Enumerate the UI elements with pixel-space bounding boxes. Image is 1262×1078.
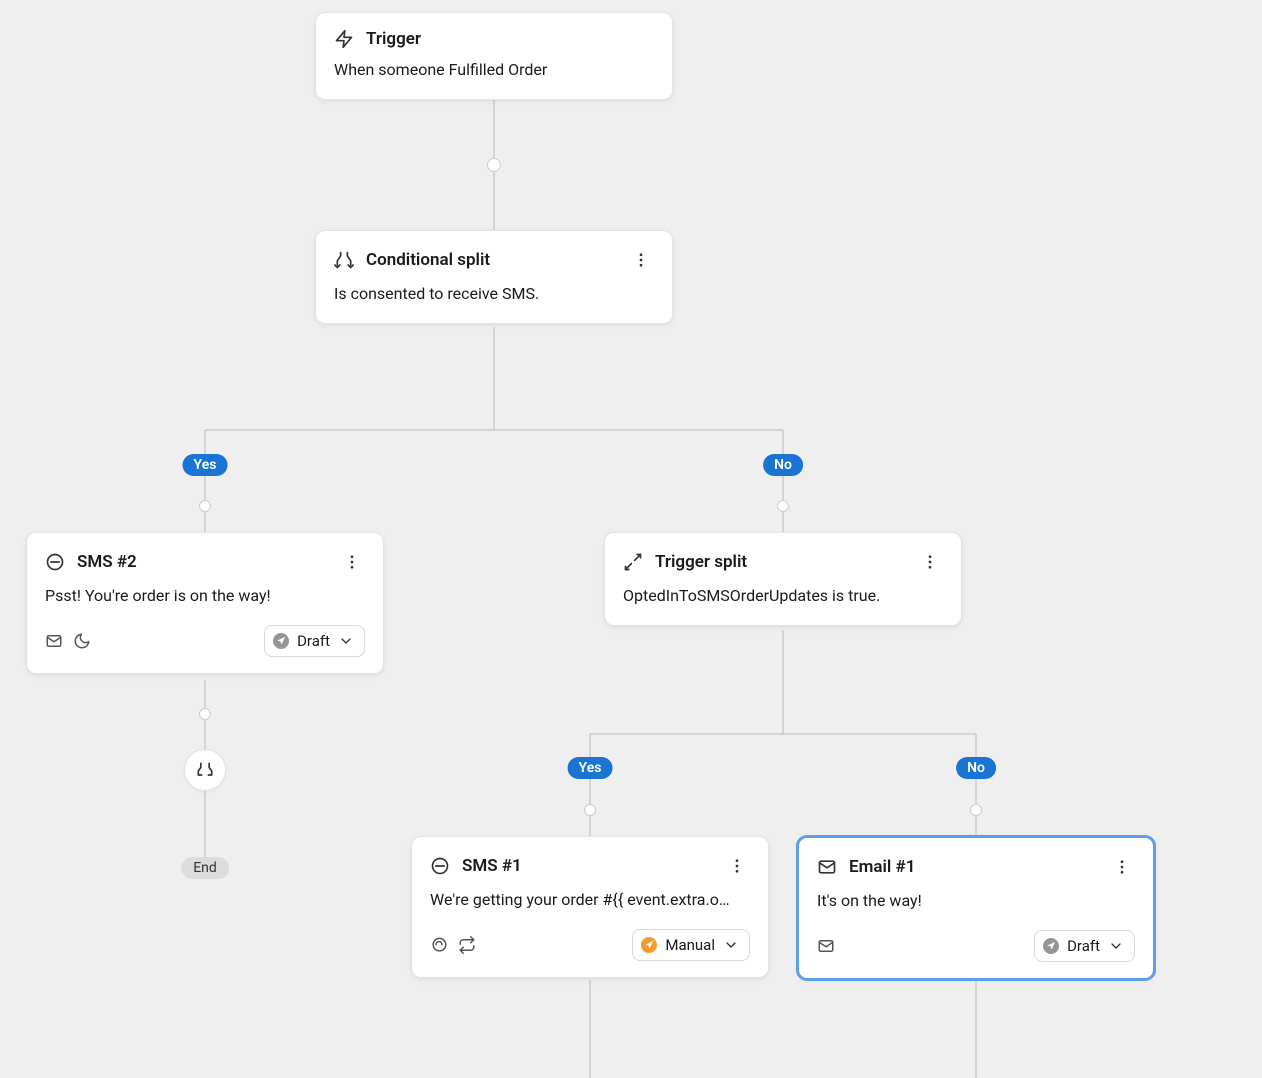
quiet-hours-icon	[73, 632, 91, 650]
branch-label-yes: Yes	[183, 454, 228, 476]
smart-send-icon	[817, 937, 835, 955]
conditional-split-icon	[334, 250, 354, 270]
connector-dot	[199, 500, 211, 512]
email1-title: Email #1	[849, 857, 915, 877]
connector-dot	[584, 804, 596, 816]
attachment-icon	[430, 936, 448, 954]
sms1-node[interactable]: SMS #1 We're getting your order #{{ even…	[411, 836, 769, 978]
sms-icon	[430, 856, 450, 876]
more-menu-button[interactable]	[1109, 854, 1135, 880]
more-menu-button[interactable]	[339, 549, 365, 575]
email1-node[interactable]: Email #1 It's on the way! Draft	[797, 836, 1155, 980]
repeat-icon	[458, 936, 476, 954]
connector-dot	[777, 500, 789, 512]
trigger-split-title: Trigger split	[655, 552, 747, 572]
add-branch-button[interactable]	[184, 749, 226, 791]
sms1-title: SMS #1	[462, 856, 522, 876]
trigger-node[interactable]: Trigger When someone Fulfilled Order	[315, 12, 673, 100]
branch-label-no: No	[956, 757, 996, 779]
trigger-title: Trigger	[366, 29, 421, 49]
conditional-split-description: Is consented to receive SMS.	[316, 279, 672, 323]
trigger-split-icon	[623, 552, 643, 572]
status-draft-icon	[1043, 938, 1059, 954]
status-select[interactable]: Draft	[1034, 930, 1135, 962]
end-label: End	[181, 857, 229, 879]
connector-dot	[970, 804, 982, 816]
connector-dot	[199, 708, 211, 720]
sms-icon	[45, 552, 65, 572]
trigger-icon	[334, 29, 354, 49]
more-menu-button[interactable]	[724, 853, 750, 879]
trigger-split-node[interactable]: Trigger split OptedInToSMSOrderUpdates i…	[604, 532, 962, 626]
more-menu-button[interactable]	[628, 247, 654, 273]
branch-label-no: No	[763, 454, 803, 476]
sms1-description: We're getting your order #{{ event.extra…	[412, 885, 768, 929]
sms2-title: SMS #2	[77, 552, 137, 572]
sms2-node[interactable]: SMS #2 Psst! You're order is on the way!…	[26, 532, 384, 674]
status-label: Manual	[665, 936, 715, 954]
status-select[interactable]: Manual	[632, 929, 750, 961]
conditional-split-title: Conditional split	[366, 250, 490, 270]
status-manual-icon	[641, 937, 657, 953]
trigger-description: When someone Fulfilled Order	[316, 55, 672, 99]
smart-send-icon	[45, 632, 63, 650]
email1-description: It's on the way!	[799, 886, 1153, 930]
status-label: Draft	[297, 632, 330, 650]
more-menu-button[interactable]	[917, 549, 943, 575]
trigger-split-description: OptedInToSMSOrderUpdates is true.	[605, 581, 961, 625]
status-label: Draft	[1067, 937, 1100, 955]
status-draft-icon	[273, 633, 289, 649]
email-icon	[817, 857, 837, 877]
chevron-down-icon	[1108, 938, 1124, 954]
sms2-description: Psst! You're order is on the way!	[27, 581, 383, 625]
conditional-split-node[interactable]: Conditional split Is consented to receiv…	[315, 230, 673, 324]
status-select[interactable]: Draft	[264, 625, 365, 657]
connector-dot	[487, 158, 501, 172]
chevron-down-icon	[338, 633, 354, 649]
branch-label-yes: Yes	[568, 757, 613, 779]
chevron-down-icon	[723, 937, 739, 953]
